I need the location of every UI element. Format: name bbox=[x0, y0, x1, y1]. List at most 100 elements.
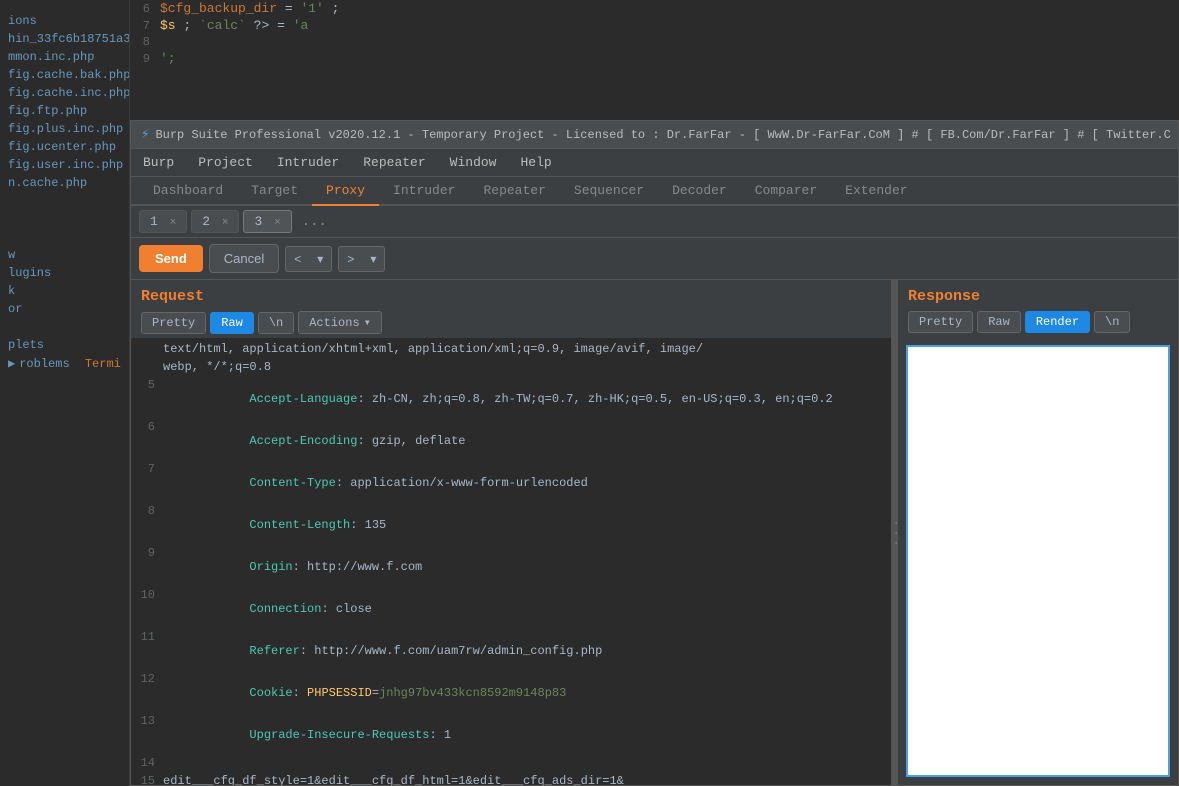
nav-next-button[interactable]: > bbox=[338, 246, 362, 272]
sub-tab-2[interactable]: 2 × bbox=[191, 210, 239, 233]
terminal-label: Termi bbox=[85, 357, 121, 371]
line-num-req-13: 13 bbox=[135, 714, 163, 756]
tab-sequencer[interactable]: Sequencer bbox=[560, 177, 658, 206]
tab-decoder[interactable]: Decoder bbox=[658, 177, 741, 206]
line-num-9: 9 bbox=[130, 52, 160, 66]
line-content-10: Connection: close bbox=[163, 588, 372, 630]
sidebar-item-problems[interactable]: ▶ roblems Termi bbox=[0, 354, 129, 373]
menu-help[interactable]: Help bbox=[516, 153, 555, 172]
sidebar-item-mmon[interactable]: mmon.inc.php bbox=[0, 48, 129, 66]
menu-burp[interactable]: Burp bbox=[139, 153, 178, 172]
sidebar-item-ftp[interactable]: fig.ftp.php bbox=[0, 102, 129, 120]
nav-next-dropdown[interactable]: ▾ bbox=[362, 246, 385, 272]
req-line-15: 15 edit___cfg_df_style=1&edit___cfg_df_h… bbox=[131, 774, 891, 785]
line-num-req-8: 8 bbox=[135, 504, 163, 546]
request-code-area[interactable]: text/html, application/xhtml+xml, applic… bbox=[131, 338, 891, 785]
tab-dashboard[interactable]: Dashboard bbox=[139, 177, 237, 206]
sub-tab-more[interactable]: ... bbox=[296, 211, 333, 233]
sidebar-item-plugins[interactable]: lugins bbox=[0, 264, 129, 282]
res-tab-pretty[interactable]: Pretty bbox=[908, 311, 973, 333]
code-line-8: 8 bbox=[130, 34, 1179, 50]
response-title: Response bbox=[908, 288, 1168, 305]
sub-tab-2-close[interactable]: × bbox=[222, 217, 229, 229]
sub-tab-3-close[interactable]: × bbox=[274, 217, 281, 229]
sidebar-item-k[interactable]: k bbox=[0, 282, 129, 300]
req-tab-raw[interactable]: Raw bbox=[210, 312, 254, 334]
actions-label: Actions bbox=[309, 316, 359, 330]
req-line-5: 5 Accept-Language: zh-CN, zh;q=0.8, zh-T… bbox=[131, 378, 891, 420]
req-preamble-2: webp, */*;q=0.8 bbox=[131, 360, 891, 378]
line-num-req-10: 10 bbox=[135, 588, 163, 630]
sidebar-item-w[interactable]: w bbox=[0, 246, 129, 264]
req-line-9: 9 Origin: http://www.f.com bbox=[131, 546, 891, 588]
sidebar-item-cache[interactable]: n.cache.php bbox=[0, 174, 129, 192]
sidebar-item-empty2 bbox=[0, 210, 129, 228]
line-num-req-15: 15 bbox=[135, 774, 163, 785]
preamble-content-2: webp, */*;q=0.8 bbox=[163, 360, 271, 378]
tab-repeater[interactable]: Repeater bbox=[469, 177, 559, 206]
menu-window[interactable]: Window bbox=[446, 153, 501, 172]
request-panel: Request Pretty Raw \n Actions ▾ text/htm… bbox=[131, 280, 892, 785]
nav-prev-button[interactable]: < bbox=[285, 246, 309, 272]
burp-window: ⚡ Burp Suite Professional v2020.12.1 - T… bbox=[130, 120, 1179, 786]
res-tab-raw[interactable]: Raw bbox=[977, 311, 1021, 333]
sub-tab-1-close[interactable]: × bbox=[170, 217, 177, 229]
tab-extender[interactable]: Extender bbox=[831, 177, 921, 206]
code-line-7: 7 $s ; `calc` ?> = 'a bbox=[130, 17, 1179, 34]
sidebar-item-user[interactable]: fig.user.inc.php bbox=[0, 156, 129, 174]
nav-next-group: > ▾ bbox=[338, 246, 385, 272]
cancel-button[interactable]: Cancel bbox=[209, 244, 279, 273]
sub-tab-1[interactable]: 1 × bbox=[139, 210, 187, 233]
menu-project[interactable]: Project bbox=[194, 153, 257, 172]
req-line-10: 10 Connection: close bbox=[131, 588, 891, 630]
tab-intruder[interactable]: Intruder bbox=[379, 177, 469, 206]
req-tab-n[interactable]: \n bbox=[258, 312, 294, 334]
preamble-content-1: text/html, application/xhtml+xml, applic… bbox=[163, 342, 703, 360]
req-line-14: 14 bbox=[131, 756, 891, 774]
main-tabs: Dashboard Target Proxy Intruder Repeater… bbox=[131, 177, 1178, 206]
sidebar-item-plets[interactable]: plets bbox=[0, 336, 129, 354]
res-tab-n[interactable]: \n bbox=[1094, 311, 1130, 333]
menu-repeater[interactable]: Repeater bbox=[359, 153, 429, 172]
line-content-12: Cookie: PHPSESSID=jnhg97bv433kcn8592m914… bbox=[163, 672, 566, 714]
sub-tab-3[interactable]: 3 × bbox=[243, 210, 291, 233]
req-line-11: 11 Referer: http://www.f.com/uam7rw/admi… bbox=[131, 630, 891, 672]
sidebar-item-cache-inc[interactable]: fig.cache.inc.php bbox=[0, 84, 129, 102]
nav-prev-dropdown[interactable]: ▾ bbox=[309, 246, 332, 272]
tab-target[interactable]: Target bbox=[237, 177, 312, 206]
code-line-9: 9 '; bbox=[130, 50, 1179, 67]
problems-icon: ▶ bbox=[8, 356, 15, 371]
line-content-5: Accept-Language: zh-CN, zh;q=0.8, zh-TW;… bbox=[163, 378, 833, 420]
title-text: Burp Suite Professional v2020.12.1 - Tem… bbox=[155, 128, 1170, 142]
response-tabs: Pretty Raw Render \n bbox=[908, 311, 1168, 333]
tab-comparer[interactable]: Comparer bbox=[741, 177, 831, 206]
req-preamble-1: text/html, application/xhtml+xml, applic… bbox=[131, 342, 891, 360]
request-tabs: Pretty Raw \n Actions ▾ bbox=[141, 311, 881, 334]
line-content-13: Upgrade-Insecure-Requests: 1 bbox=[163, 714, 451, 756]
code-editor: 6 $cfg_backup_dir = '1' ; 7 $s ; `calc` … bbox=[130, 0, 1179, 120]
tab-proxy[interactable]: Proxy bbox=[312, 177, 379, 206]
sidebar-item-or[interactable]: or bbox=[0, 300, 129, 318]
line-content-11: Referer: http://www.f.com/uam7rw/admin_c… bbox=[163, 630, 602, 672]
request-header: Request Pretty Raw \n Actions ▾ bbox=[131, 280, 891, 338]
req-tab-pretty[interactable]: Pretty bbox=[141, 312, 206, 334]
line-num-req-9: 9 bbox=[135, 546, 163, 588]
sidebar-item-empty3 bbox=[0, 228, 129, 246]
menu-bar: Burp Project Intruder Repeater Window He… bbox=[131, 149, 1178, 177]
sidebar-item-ions[interactable]: ions bbox=[0, 12, 129, 30]
sidebar-item-ucenter[interactable]: fig.ucenter.php bbox=[0, 138, 129, 156]
title-bar: ⚡ Burp Suite Professional v2020.12.1 - T… bbox=[131, 121, 1178, 149]
req-line-13: 13 Upgrade-Insecure-Requests: 1 bbox=[131, 714, 891, 756]
line-content-9: Origin: http://www.f.com bbox=[163, 546, 422, 588]
sidebar-item-plus[interactable]: fig.plus.inc.php bbox=[0, 120, 129, 138]
menu-intruder[interactable]: Intruder bbox=[273, 153, 343, 172]
line-content-8: Content-Length: 135 bbox=[163, 504, 386, 546]
line-num-req-12: 12 bbox=[135, 672, 163, 714]
send-button[interactable]: Send bbox=[139, 245, 203, 272]
sidebar-item-hin[interactable]: hin_33fc6b18751a3be675166f38.php bbox=[0, 30, 129, 48]
sidebar-item-cache-bak[interactable]: fig.cache.bak.php bbox=[0, 66, 129, 84]
req-actions-button[interactable]: Actions ▾ bbox=[298, 311, 382, 334]
nav-prev-group: < ▾ bbox=[285, 246, 332, 272]
line-num-7: 7 bbox=[130, 19, 160, 33]
res-tab-render[interactable]: Render bbox=[1025, 311, 1090, 333]
